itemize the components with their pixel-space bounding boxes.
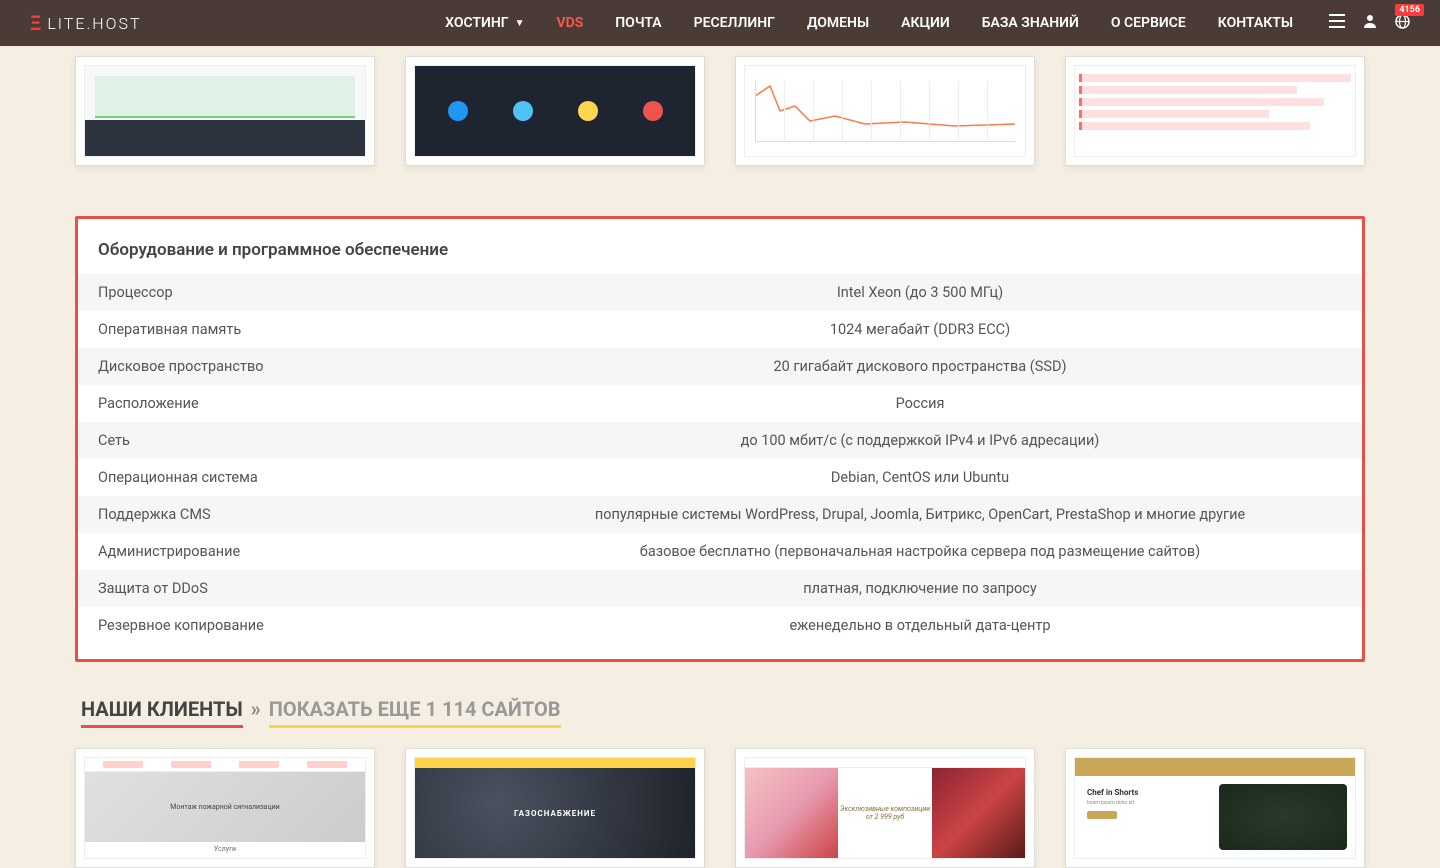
nav-contacts[interactable]: КОНТАКТЫ bbox=[1202, 0, 1309, 46]
screenshot-thumb-1[interactable] bbox=[75, 56, 375, 166]
spec-row: ПроцессорIntel Xeon (до 3 500 МГц) bbox=[78, 274, 1362, 311]
arrow-right-icon: » bbox=[251, 697, 261, 721]
spec-value: еженедельно в отдельный дата-центр bbox=[498, 617, 1342, 634]
nav-reselling[interactable]: РЕСЕЛЛИНГ bbox=[678, 0, 791, 46]
client-thumb-1[interactable]: Монтаж пожарной сигнализации Услуги bbox=[75, 748, 375, 868]
chevron-down-icon: ▼ bbox=[515, 18, 525, 29]
spec-value: Debian, CentOS или Ubuntu bbox=[498, 469, 1342, 486]
spec-value: базовое бесплатно (первоначальная настро… bbox=[498, 543, 1342, 560]
spec-value: 1024 мегабайт (DDR3 ECC) bbox=[498, 321, 1342, 338]
spec-row: Сетьдо 100 мбит/с (с поддержкой IPv4 и I… bbox=[78, 422, 1362, 459]
nav-vds[interactable]: VDS bbox=[541, 0, 600, 46]
brand-logo[interactable]: Ξ LITE.HOST bbox=[30, 11, 142, 35]
spec-label: Сеть bbox=[98, 432, 498, 449]
spec-label: Администрирование bbox=[98, 543, 498, 560]
client-thumbnails: Монтаж пожарной сигнализации Услуги ГАЗО… bbox=[75, 748, 1365, 868]
logo-icon: Ξ bbox=[30, 11, 43, 35]
screenshot-thumb-4[interactable] bbox=[1065, 56, 1365, 166]
spec-value: популярные системы WordPress, Drupal, Jo… bbox=[498, 506, 1342, 523]
control-panel-screenshots bbox=[75, 46, 1365, 166]
spec-value: Россия bbox=[498, 395, 1342, 412]
spec-row: Дисковое пространство20 гигабайт дисково… bbox=[78, 348, 1362, 385]
client-thumb-3[interactable]: Эксклюзивные композицииот 2 999 руб bbox=[735, 748, 1035, 868]
show-more-clients-link[interactable]: ПОКАЗАТЬ ЕЩЕ 1 114 САЙТОВ bbox=[269, 697, 561, 728]
clients-title: НАШИ КЛИЕНТЫ bbox=[81, 697, 243, 728]
hardware-software-specs: Оборудование и программное обеспечение П… bbox=[75, 216, 1365, 662]
screenshot-thumb-2[interactable] bbox=[405, 56, 705, 166]
spec-label: Поддержка CMS bbox=[98, 506, 498, 523]
spec-value: Intel Xeon (до 3 500 МГц) bbox=[498, 284, 1342, 301]
spec-label: Резервное копирование bbox=[98, 617, 498, 634]
spec-row: Поддержка CMSпопулярные системы WordPres… bbox=[78, 496, 1362, 533]
spec-label: Расположение bbox=[98, 395, 498, 412]
specs-heading: Оборудование и программное обеспечение bbox=[78, 234, 1362, 274]
spec-row: Администрированиебазовое бесплатно (перв… bbox=[78, 533, 1362, 570]
nav-domains[interactable]: ДОМЕНЫ bbox=[791, 0, 885, 46]
spec-row: РасположениеРоссия bbox=[78, 385, 1362, 422]
spec-value: платная, подключение по запросу bbox=[498, 580, 1342, 597]
spec-value: 20 гигабайт дискового пространства (SSD) bbox=[498, 358, 1342, 375]
user-icon[interactable] bbox=[1363, 14, 1377, 32]
spec-label: Дисковое пространство bbox=[98, 358, 498, 375]
spec-label: Защита от DDoS bbox=[98, 580, 498, 597]
nav-promo[interactable]: АКЦИИ bbox=[885, 0, 966, 46]
spec-label: Операционная система bbox=[98, 469, 498, 486]
nav-hosting[interactable]: ХОСТИНГ ▼ bbox=[429, 0, 540, 46]
spec-label: Процессор bbox=[98, 284, 498, 301]
top-navigation-bar: Ξ LITE.HOST ХОСТИНГ ▼ VDS ПОЧТА РЕСЕЛЛИН… bbox=[0, 0, 1440, 46]
spec-row: Резервное копированиееженедельно в отдел… bbox=[78, 607, 1362, 644]
brand-name: LITE.HOST bbox=[47, 14, 141, 33]
client-thumb-4[interactable]: Chef in Shorts lorem ipsum dolor sit bbox=[1065, 748, 1365, 868]
nav-utility-icons: 4156 bbox=[1329, 14, 1410, 33]
spec-row: Операционная системаDebian, CentOS или U… bbox=[78, 459, 1362, 496]
menu-grid-icon[interactable] bbox=[1329, 14, 1345, 32]
spec-row: Защита от DDoSплатная, подключение по за… bbox=[78, 570, 1362, 607]
spec-label: Оперативная память bbox=[98, 321, 498, 338]
globe-icon[interactable]: 4156 bbox=[1395, 14, 1410, 33]
clients-heading-row: НАШИ КЛИЕНТЫ » ПОКАЗАТЬ ЕЩЕ 1 114 САЙТОВ bbox=[75, 697, 1365, 728]
notification-badge: 4156 bbox=[1395, 4, 1424, 16]
nav-about[interactable]: О СЕРВИСЕ bbox=[1095, 0, 1202, 46]
main-nav: ХОСТИНГ ▼ VDS ПОЧТА РЕСЕЛЛИНГ ДОМЕНЫ АКЦ… bbox=[429, 0, 1309, 46]
nav-mail[interactable]: ПОЧТА bbox=[599, 0, 677, 46]
client-thumb-2[interactable]: ГАЗОСНАБЖЕНИЕ bbox=[405, 748, 705, 868]
spec-value: до 100 мбит/с (с поддержкой IPv4 и IPv6 … bbox=[498, 432, 1342, 449]
spec-row: Оперативная память1024 мегабайт (DDR3 EC… bbox=[78, 311, 1362, 348]
nav-knowledge[interactable]: БАЗА ЗНАНИЙ bbox=[966, 0, 1095, 46]
screenshot-thumb-3[interactable] bbox=[735, 56, 1035, 166]
